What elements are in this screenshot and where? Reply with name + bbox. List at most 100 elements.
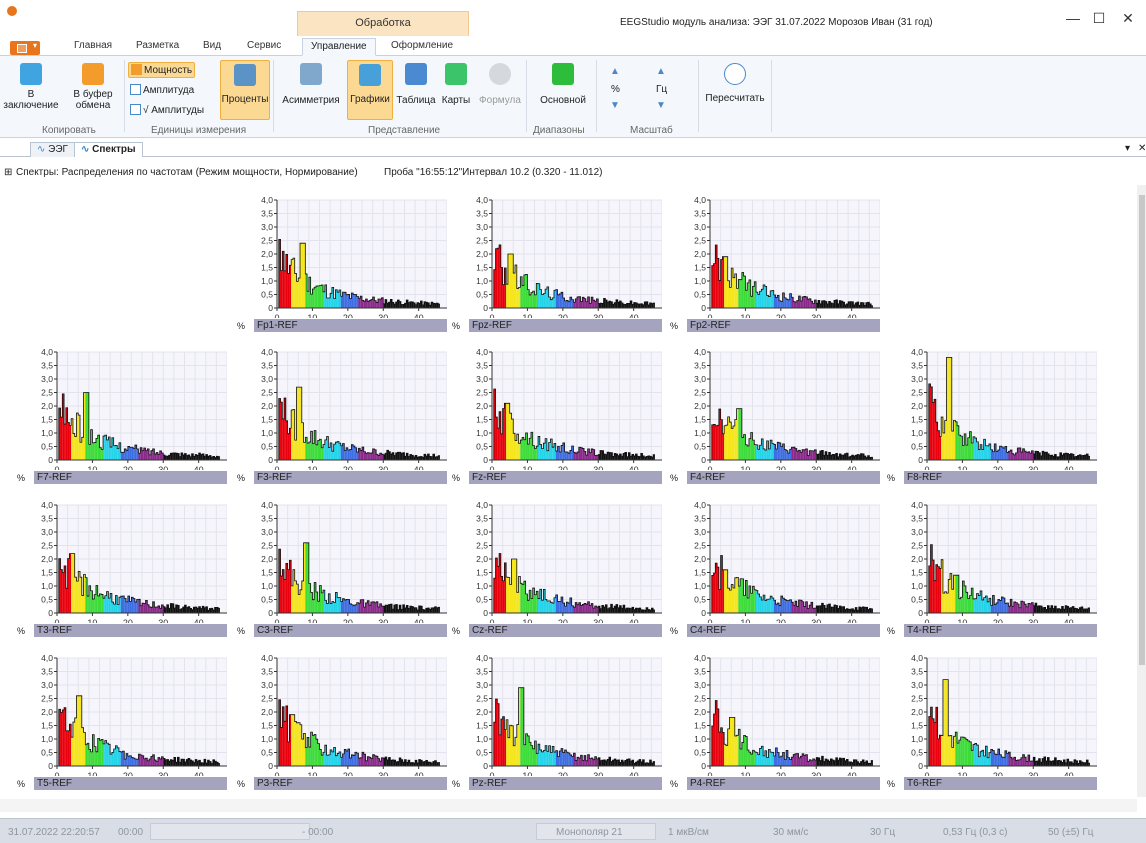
spectrum-chart-pz-ref[interactable]: 4,0 3,5 3,0 2,5 2,0 1,5 1,0 0,5 0 0 10 20 30 40% Pz-RE… — [452, 648, 662, 791]
horizontal-scrollbar[interactable] — [0, 799, 1137, 812]
spectrum-bar — [800, 452, 803, 460]
x-tick-label: 40 — [1064, 465, 1074, 470]
power-button[interactable]: Мощность — [128, 62, 196, 78]
spectrum-bar — [60, 569, 63, 613]
spectrum-bar — [722, 569, 725, 613]
spectrum-bar — [118, 751, 121, 766]
recalc-button[interactable]: Пересчитать — [703, 63, 767, 104]
spectrum-bar — [851, 762, 854, 766]
spectrum-chart-fp2-ref[interactable]: 4,0 3,5 3,0 2,5 2,0 1,5 1,0 0,5 0 0 10 20 30 40% Fp2-R… — [670, 190, 880, 333]
tab-control[interactable]: Управление — [302, 38, 376, 56]
file-menu-button[interactable] — [10, 41, 40, 55]
scale-down-arrow-icon[interactable]: ▼ — [610, 100, 620, 111]
close-button[interactable]: ✕ — [1118, 10, 1138, 27]
x-tick-label: 0 — [274, 771, 279, 776]
spectrum-bar — [741, 437, 744, 460]
spectrum-chart-f8-ref[interactable]: 4,0 3,5 3,0 2,5 2,0 1,5 1,0 0,5 0 0 10 20 30 40% F8-RE… — [887, 342, 1097, 485]
spectrum-chart-c3-ref[interactable]: 4,0 3,5 3,0 2,5 2,0 1,5 1,0 0,5 0 0 10 20 30 40% C3-RE… — [237, 495, 447, 638]
formula-button[interactable]: Формула — [478, 63, 522, 106]
spectrum-bar — [305, 542, 308, 613]
copy-to-report-button[interactable]: В заключение — [2, 63, 60, 111]
scale-up-arrow-icon[interactable]: ▲ — [610, 66, 620, 77]
spectrum-bar — [775, 604, 778, 613]
expand-icon[interactable]: ⊞ — [4, 167, 12, 178]
status-notch[interactable]: 50 (±5) Гц — [1048, 827, 1094, 838]
spectrum-bar — [1056, 608, 1059, 613]
spectrum-chart-fpz-ref[interactable]: 4,0 3,5 3,0 2,5 2,0 1,5 1,0 0,5 0 0 10 20 30 40% Fpz-R… — [452, 190, 662, 333]
x-tick-label: 40 — [194, 465, 204, 470]
y-tick-label: 3,0 — [476, 527, 488, 537]
spectrum-chart-p3-ref[interactable]: 4,0 3,5 3,0 2,5 2,0 1,5 1,0 0,5 0 0 10 20 30 40% P3-RE… — [237, 648, 447, 791]
spectrum-bar — [301, 243, 304, 308]
x-tick-label: 20 — [343, 465, 353, 470]
spectrum-bar — [294, 440, 297, 460]
sqrt-amplitude-button[interactable]: √ Амплитуды — [130, 104, 204, 116]
spectrum-chart-t4-ref[interactable]: 4,0 3,5 3,0 2,5 2,0 1,5 1,0 0,5 0 0 10 20 30 40% T4-RE… — [887, 495, 1097, 638]
spectrum-bar — [1033, 453, 1036, 460]
tab-view[interactable]: Вид — [203, 40, 221, 51]
tab-close-icon[interactable]: ✕ — [1138, 143, 1146, 154]
hz-down-arrow-icon[interactable]: ▼ — [656, 100, 666, 111]
x-tick-label: 20 — [123, 771, 133, 776]
y-tick-label: 3,0 — [261, 374, 273, 384]
percent-button[interactable]: Проценты — [220, 60, 270, 120]
tab-eeg[interactable]: ∿ ЭЭГ — [30, 142, 75, 157]
tab-service[interactable]: Сервис — [247, 40, 281, 51]
x-tick-label: 30 — [593, 771, 603, 776]
status-lowpass[interactable]: 30 Гц — [870, 827, 895, 838]
spectrum-bar — [819, 303, 822, 308]
spectrum-chart-t6-ref[interactable]: 4,0 3,5 3,0 2,5 2,0 1,5 1,0 0,5 0 0 10 20 30 40% T6-RE… — [887, 648, 1097, 791]
spectrum-bar — [388, 604, 391, 613]
spectrum-bar — [782, 598, 785, 613]
spectrum-bar — [527, 444, 530, 460]
spectrum-chart-fz-ref[interactable]: 4,0 3,5 3,0 2,5 2,0 1,5 1,0 0,5 0 0 10 20 30 40% Fz-RE… — [452, 342, 662, 485]
graphs-button[interactable]: Графики — [347, 60, 393, 120]
vertical-scroll-thumb[interactable] — [1139, 195, 1145, 665]
spectrum-bar — [934, 722, 936, 766]
group-divider — [526, 60, 527, 132]
spectrum-bar — [179, 609, 181, 613]
status-speed[interactable]: 30 мм/с — [773, 827, 808, 838]
y-tick-label: 1,0 — [41, 734, 53, 744]
group-divider — [124, 60, 125, 132]
table-button[interactable]: Таблица — [395, 63, 437, 106]
spectrum-bar — [532, 748, 535, 766]
time-slider[interactable] — [150, 823, 310, 840]
minimize-button[interactable]: — — [1063, 10, 1083, 26]
x-tick-label: 10 — [740, 465, 750, 470]
spectrum-chart-f4-ref[interactable]: 4,0 3,5 3,0 2,5 2,0 1,5 1,0 0,5 0 0 10 20 30 40% F4-RE… — [670, 342, 880, 485]
tab-home[interactable]: Главная — [74, 40, 112, 51]
status-sensitivity[interactable]: 1 мкВ/см — [668, 827, 709, 838]
spectrum-bar — [754, 589, 757, 613]
tab-dropdown-icon[interactable]: ▾ — [1125, 143, 1130, 154]
spectrum-chart-f7-ref[interactable]: 4,0 3,5 3,0 2,5 2,0 1,5 1,0 0,5 0 0 10 20 30 40% F7-RE… — [17, 342, 227, 485]
spectrum-chart-fp1-ref[interactable]: 4,0 3,5 3,0 2,5 2,0 1,5 1,0 0,5 0 0 10 20 30 40% Fp1-R… — [237, 190, 447, 333]
spectrum-bar — [1045, 761, 1048, 766]
asymmetry-button[interactable]: Асимметрия — [277, 63, 345, 106]
spectrum-bar — [499, 734, 501, 766]
spectrum-chart-t3-ref[interactable]: 4,0 3,5 3,0 2,5 2,0 1,5 1,0 0,5 0 0 10 20 30 40% T3-RE… — [17, 495, 227, 638]
spectrum-bar — [638, 304, 641, 308]
spectrum-bar — [786, 600, 788, 613]
spectrum-bar — [408, 302, 410, 308]
spectrum-bar — [150, 607, 153, 613]
x-tick-label: 10 — [957, 618, 967, 623]
spectrum-chart-cz-ref[interactable]: 4,0 3,5 3,0 2,5 2,0 1,5 1,0 0,5 0 0 10 20 30 40% Cz-RE… — [452, 495, 662, 638]
spectrum-bar — [960, 736, 963, 766]
status-highpass[interactable]: 0,53 Гц (0,3 с) — [943, 827, 1008, 838]
tab-markup[interactable]: Разметка — [136, 40, 179, 51]
maps-button[interactable]: Карты — [439, 63, 473, 106]
basic-range-button[interactable]: Основной — [535, 63, 591, 106]
tab-design[interactable]: Оформление — [391, 40, 453, 51]
copy-to-buffer-button[interactable]: В буфер обмена — [64, 63, 122, 111]
spectrum-chart-c4-ref[interactable]: 4,0 3,5 3,0 2,5 2,0 1,5 1,0 0,5 0 0 10 20 30 40% C4-RE… — [670, 495, 880, 638]
x-tick-label: 40 — [847, 618, 857, 623]
maximize-button[interactable]: ☐ — [1089, 10, 1109, 27]
spectrum-chart-f3-ref[interactable]: 4,0 3,5 3,0 2,5 2,0 1,5 1,0 0,5 0 0 10 20 30 40% F3-RE… — [237, 342, 447, 485]
x-tick-label: 0 — [54, 618, 59, 623]
spectrum-chart-p4-ref[interactable]: 4,0 3,5 3,0 2,5 2,0 1,5 1,0 0,5 0 0 10 20 30 40% P4-RE… — [670, 648, 880, 791]
amplitude-button[interactable]: Амплитуда — [130, 84, 194, 96]
spectrum-chart-t5-ref[interactable]: 4,0 3,5 3,0 2,5 2,0 1,5 1,0 0,5 0 0 10 20 30 40% T5-RE… — [17, 648, 227, 791]
hz-up-arrow-icon[interactable]: ▲ — [656, 66, 666, 77]
tab-spectra[interactable]: ∿ Спектры — [74, 142, 143, 157]
